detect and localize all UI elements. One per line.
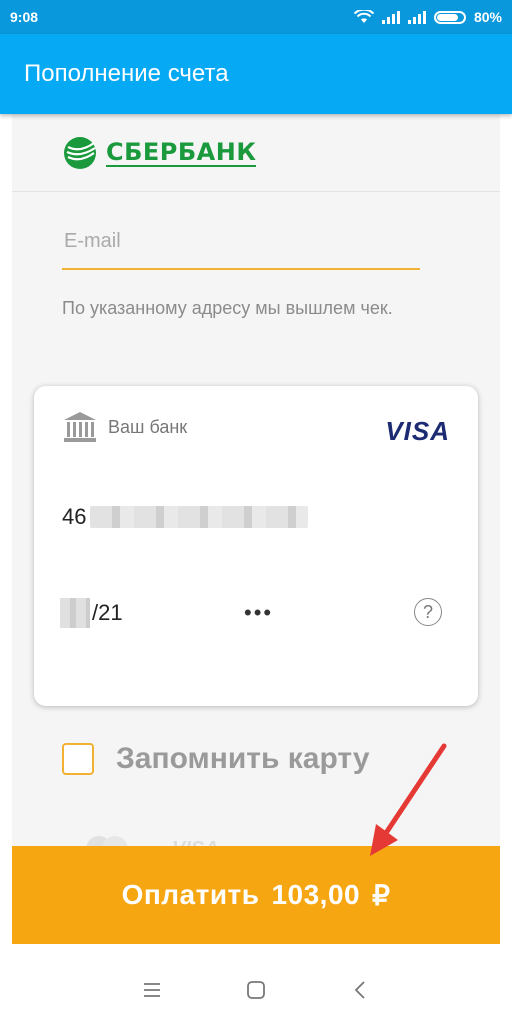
help-icon[interactable]: ?: [414, 598, 442, 626]
app-bar: Пополнение счета: [0, 34, 512, 114]
email-input[interactable]: [62, 228, 420, 254]
card-bank: Ваш банк: [62, 410, 187, 444]
pay-button-currency: ₽: [372, 879, 391, 911]
pay-button-label: Оплатить: [121, 879, 260, 910]
card-form: Ваш банк VISA 46 /21 ••• ?: [34, 386, 478, 706]
visa-logo: VISA: [385, 416, 450, 446]
page-title: Пополнение счета: [24, 60, 229, 87]
battery-icon: [433, 10, 466, 24]
battery-level: 80%: [473, 9, 502, 25]
bank-name: СБЕРБАНК: [106, 137, 257, 167]
pay-button[interactable]: Оплатить 103,00 ₽: [12, 846, 500, 944]
status-indicators: 80%: [353, 9, 502, 25]
home-icon[interactable]: [244, 978, 268, 1002]
wifi-icon: [353, 10, 374, 23]
menu-icon[interactable]: [140, 978, 164, 1002]
email-hint: По указанному адресу мы вышлем чек.: [62, 298, 393, 318]
expiry-field[interactable]: /21: [60, 598, 123, 628]
cvc-field[interactable]: •••: [244, 600, 273, 626]
card-number-field[interactable]: 46: [62, 504, 309, 530]
signal-icon: [407, 10, 426, 24]
remember-checkbox[interactable]: [62, 743, 94, 775]
email-field[interactable]: [62, 214, 420, 270]
system-nav-bar: [0, 956, 512, 1024]
sberbank-logo-icon: [64, 136, 96, 169]
card-number-blurred: [90, 506, 309, 528]
card-number-prefix: 46: [62, 504, 87, 529]
help-glyph: ?: [422, 601, 433, 622]
payment-form: СБЕРБАНК По указанному адресу мы вышлем …: [12, 114, 500, 914]
card-bank-label: Ваш банк: [108, 416, 188, 437]
status-bar: 9:08 80%: [0, 0, 512, 34]
bank-header: СБЕРБАНК: [12, 114, 500, 192]
status-time: 9:08: [10, 9, 39, 25]
expiry-year: /21: [92, 600, 123, 625]
back-icon[interactable]: [348, 978, 372, 1002]
bank-building-icon: [64, 412, 96, 442]
remember-card[interactable]: Запомнить карту: [62, 742, 370, 776]
signal-icon: [381, 10, 400, 24]
expiry-month-blurred: [60, 598, 90, 628]
remember-label: Запомнить карту: [116, 742, 370, 775]
pay-button-amount: 103,00: [271, 879, 361, 910]
